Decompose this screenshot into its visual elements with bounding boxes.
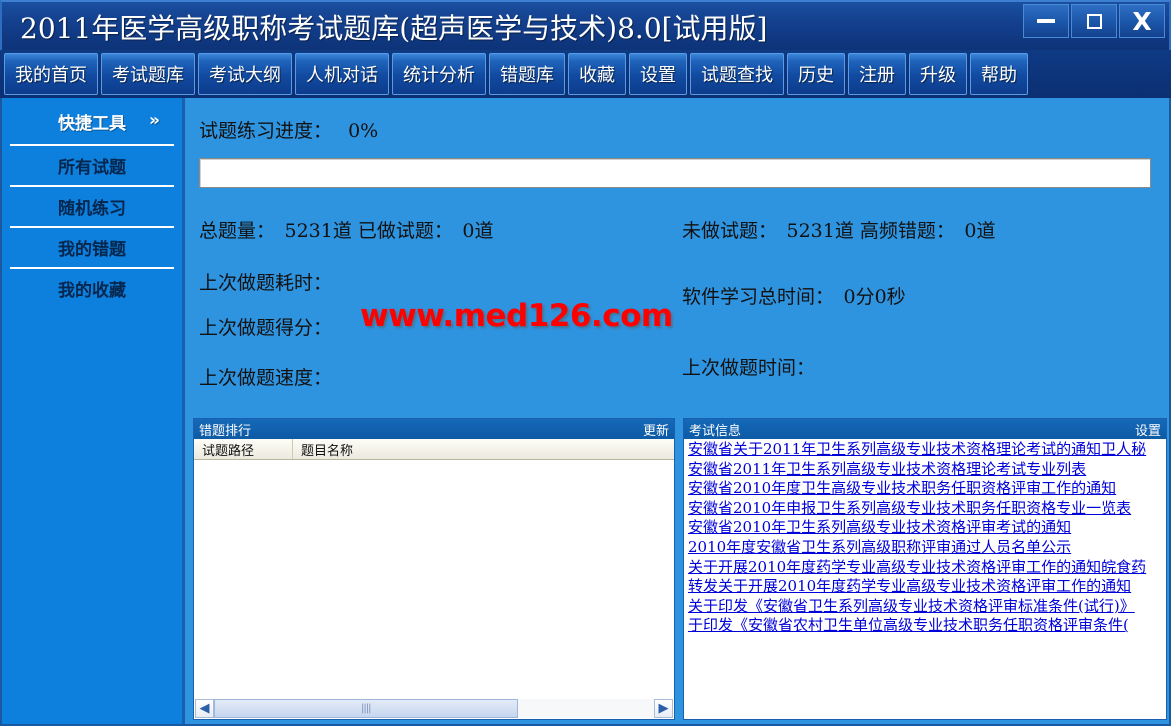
sidebar: 快捷工具 » 所有试题 随机练习 我的错题 我的收藏 xyxy=(2,98,185,724)
maximize-icon xyxy=(1086,13,1102,29)
hscrollbar-track[interactable]: |||| xyxy=(214,699,654,718)
progress-label: 试题练习进度： 0% xyxy=(199,116,378,143)
close-button[interactable]: X xyxy=(1119,4,1165,38)
scroll-left-icon[interactable]: ◀ xyxy=(195,699,214,718)
nav-item-settings[interactable]: 设置 xyxy=(629,53,687,95)
nav-item-wrong-bank[interactable]: 错题库 xyxy=(489,53,565,95)
content-area: 快捷工具 » 所有试题 随机练习 我的错题 我的收藏 试题练习进度： 0% 总题… xyxy=(0,98,1171,726)
sidebar-header-label: 快捷工具 xyxy=(58,113,126,134)
progress-bar xyxy=(199,158,1151,188)
nav-item-statistics[interactable]: 统计分析 xyxy=(392,53,486,95)
hscrollbar-thumb[interactable]: |||| xyxy=(214,699,518,718)
list-item[interactable]: 于印发《安徽省农村卫生单位高级专业技术职务任职资格评审条件( xyxy=(688,616,1166,636)
wrong-ranking-update-button[interactable]: 更新 xyxy=(643,420,669,439)
nav-item-help[interactable]: 帮助 xyxy=(970,53,1028,95)
wrong-ranking-panel: 错题排行 更新 试题路径 题目名称 ◀ |||| ▶ xyxy=(193,418,675,720)
watermark: www.med126.com xyxy=(360,298,673,334)
nav-item-register[interactable]: 注册 xyxy=(848,53,906,95)
progress-label-text: 试题练习进度： xyxy=(199,120,333,142)
list-item[interactable]: 安徽省2010年卫生系列高级专业技术资格评审考试的通知 xyxy=(688,518,1166,538)
last-score-text: 上次做题得分： xyxy=(199,317,333,339)
wrong-ranking-table-body xyxy=(194,460,674,698)
window-controls: X xyxy=(1023,4,1165,38)
column-header-title[interactable]: 题目名称 xyxy=(293,439,674,459)
last-time-text: 上次做题时间： xyxy=(682,357,816,379)
list-item[interactable]: 安徽省2011年卫生系列高级专业技术资格理论考试专业列表 xyxy=(688,460,1166,480)
title-bar: 2011年医学高级职称考试题库(超声医学与技术)8.0[试用版] X xyxy=(0,0,1171,50)
sidebar-item-my-wrong[interactable]: 我的错题 xyxy=(10,226,174,267)
nav-item-syllabus[interactable]: 考试大纲 xyxy=(198,53,292,95)
nav-item-question-bank[interactable]: 考试题库 xyxy=(101,53,195,95)
column-header-path[interactable]: 试题路径 xyxy=(194,439,293,459)
nav-item-search[interactable]: 试题查找 xyxy=(690,53,784,95)
wrong-ranking-table-header: 试题路径 题目名称 xyxy=(194,439,674,460)
progress-value: 0% xyxy=(348,120,379,142)
exam-info-title: 考试信息 xyxy=(689,423,742,439)
statistics-panel: 试题练习进度： 0% 总题量： 5231道 已做试题： 0道 未做试题： 523… xyxy=(185,98,1169,416)
sidebar-header: 快捷工具 » xyxy=(2,98,182,144)
last-speed-text: 上次做题速度： xyxy=(199,367,333,389)
nav-item-home[interactable]: 我的首页 xyxy=(4,53,98,95)
scroll-right-icon[interactable]: ▶ xyxy=(654,699,673,718)
list-item[interactable]: 关于开展2010年度药学专业高级专业技术资格评审工作的通知皖食药 xyxy=(688,558,1166,578)
exam-info-settings-button[interactable]: 设置 xyxy=(1135,420,1161,439)
total-questions-text: 总题量： 5231道 已做试题： 0道 xyxy=(199,220,494,242)
minimize-icon xyxy=(1037,19,1055,23)
wrong-ranking-title: 错题排行 xyxy=(199,423,252,439)
sidebar-item-random-practice[interactable]: 随机练习 xyxy=(10,185,174,226)
application-window: 2011年医学高级职称考试题库(超声医学与技术)8.0[试用版] X 我的首页 … xyxy=(0,0,1171,726)
last-duration-text: 上次做题耗时： xyxy=(199,272,333,294)
nav-item-history[interactable]: 历史 xyxy=(787,53,845,95)
chevron-down-icon[interactable]: » xyxy=(149,112,160,130)
nav-item-dialogue[interactable]: 人机对话 xyxy=(295,53,389,95)
nav-item-upgrade[interactable]: 升级 xyxy=(909,53,967,95)
list-item[interactable]: 2010年度安徽省卫生系列高级职称评审通过人员名单公示 xyxy=(688,538,1166,558)
list-item[interactable]: 安徽省2010年度卫生高级专业技术职务任职资格评审工作的通知 xyxy=(688,479,1166,499)
minimize-button[interactable] xyxy=(1023,4,1069,38)
exam-info-header: 考试信息 设置 xyxy=(684,419,1166,439)
wrong-ranking-hscrollbar[interactable]: ◀ |||| ▶ xyxy=(195,699,673,718)
list-item[interactable]: 安徽省关于2011年卫生系列高级专业技术资格理论考试的通知卫人秘 xyxy=(688,440,1166,460)
list-item[interactable]: 安徽省2010年申报卫生系列高级专业技术职务任职资格专业一览表 xyxy=(688,499,1166,519)
total-study-time-text: 软件学习总时间： 0分0秒 xyxy=(682,286,906,308)
list-item[interactable]: 关于印发《安徽省卫生系列高级专业技术资格评审标准条件(试行)》 xyxy=(688,597,1166,617)
nav-item-favorites[interactable]: 收藏 xyxy=(568,53,626,95)
undone-questions-text: 未做试题： 5231道 高频错题： 0道 xyxy=(682,220,996,242)
main-navigation: 我的首页 考试题库 考试大纲 人机对话 统计分析 错题库 收藏 设置 试题查找 … xyxy=(0,50,1171,98)
exam-info-link-list: 安徽省关于2011年卫生系列高级专业技术资格理论考试的通知卫人秘 安徽省2011… xyxy=(684,439,1166,719)
list-item[interactable]: 转发关于开展2010年度药学专业高级专业技术资格评审工作的通知 xyxy=(688,577,1166,597)
sidebar-item-all-questions[interactable]: 所有试题 xyxy=(10,144,174,185)
sidebar-item-my-favorites[interactable]: 我的收藏 xyxy=(10,267,174,308)
exam-info-panel: 考试信息 设置 安徽省关于2011年卫生系列高级专业技术资格理论考试的通知卫人秘… xyxy=(683,418,1167,720)
page-title: 2011年医学高级职称考试题库(超声医学与技术)8.0[试用版] xyxy=(20,12,768,45)
wrong-ranking-header: 错题排行 更新 xyxy=(194,419,674,439)
maximize-button[interactable] xyxy=(1071,4,1117,38)
